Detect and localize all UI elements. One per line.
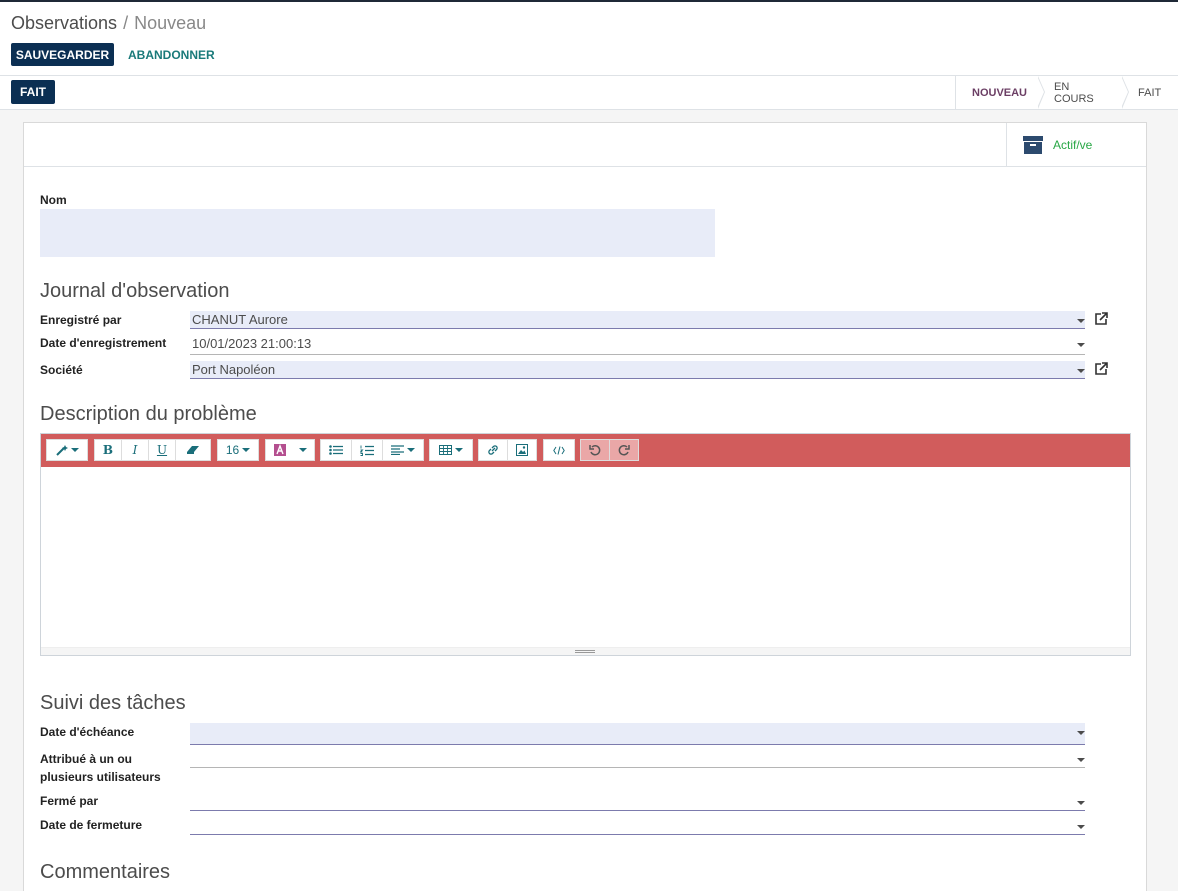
editor-resize-handle[interactable] (41, 647, 1130, 655)
save-button[interactable]: SAUVEGARDER (11, 43, 114, 66)
chevron-down-icon[interactable] (1077, 369, 1085, 373)
recorded-date-label: Date d'enregistrement (40, 336, 167, 350)
status-bar: FAIT NOUVEAU EN COURS FAIT (0, 76, 1178, 110)
assigned-users-label-line: plusieurs utilisateurs (40, 770, 161, 784)
name-label: Nom (40, 193, 67, 207)
closed-date-field[interactable] (190, 817, 1085, 835)
eraser-icon[interactable] (175, 439, 211, 461)
closed-by-label: Fermé par (40, 794, 99, 808)
description-editor[interactable]: B I U 16 (40, 433, 1131, 656)
journal-section-title: Journal d'observation (40, 280, 230, 302)
company-value: Port Napoléon (192, 362, 276, 377)
status-step-label: NOUVEAU (972, 86, 1028, 99)
recorded-date-value: 10/01/2023 21:00:13 (192, 336, 312, 351)
resize-grip-icon (575, 650, 595, 653)
recorded-by-label: Enregistré par (40, 313, 122, 327)
external-link-icon[interactable] (1094, 312, 1108, 326)
chevron-down-icon[interactable] (1077, 731, 1085, 735)
button-box: Actif/ve (24, 123, 1146, 167)
numbered-list-icon[interactable] (351, 439, 383, 461)
align-icon[interactable] (382, 439, 424, 461)
status-step-done[interactable]: FAIT (1122, 76, 1178, 109)
chevron-down-icon[interactable] (1077, 801, 1085, 805)
table-icon[interactable] (429, 439, 473, 461)
assigned-users-label: Attribué à un ou plusieurs utilisateurs (40, 750, 161, 786)
breadcrumb-current: Nouveau (134, 13, 207, 33)
mark-done-button[interactable]: FAIT (11, 80, 55, 104)
link-icon[interactable] (478, 439, 508, 461)
status-step-new[interactable]: NOUVEAU (956, 76, 1045, 109)
due-date-field[interactable] (190, 723, 1085, 745)
external-link-icon[interactable] (1094, 362, 1108, 376)
company-label: Société (40, 363, 83, 377)
breadcrumb-parent[interactable]: Observations (11, 13, 117, 33)
recorded-by-field[interactable]: CHANUT Aurore (190, 311, 1085, 329)
name-input[interactable] (40, 209, 715, 257)
recorded-by-value: CHANUT Aurore (192, 312, 288, 327)
bold-icon[interactable]: B (94, 439, 122, 461)
company-field[interactable]: Port Napoléon (190, 361, 1085, 379)
image-icon[interactable] (507, 439, 537, 461)
magic-wand-icon[interactable] (46, 439, 88, 461)
status-step-label: FAIT (1138, 86, 1162, 99)
closed-by-field[interactable] (190, 793, 1085, 811)
status-step-label: EN COURS (1054, 80, 1094, 105)
control-panel: Observations / Nouveau SAUVEGARDER ABANDON… (0, 2, 1178, 76)
chevron-down-icon[interactable] (1077, 758, 1085, 762)
archive-toggle-button[interactable]: Actif/ve (1006, 123, 1146, 167)
comments-section-title: Commentaires (40, 861, 171, 883)
form-sheet: Actif/ve Nom Journal d'observation Enreg… (23, 122, 1147, 891)
status-steps: NOUVEAU EN COURS FAIT (955, 76, 1178, 109)
breadcrumb: Observations / Nouveau (11, 13, 206, 34)
italic-icon[interactable]: I (121, 439, 149, 461)
font-size-value: 16 (225, 443, 240, 457)
archive-box-icon (1023, 136, 1043, 154)
status-step-in-progress[interactable]: EN COURS (1038, 76, 1129, 109)
archive-label: Actif/ve (1053, 138, 1093, 152)
assigned-users-field[interactable] (190, 750, 1085, 768)
editor-toolbar: B I U 16 (41, 434, 1130, 467)
chevron-down-icon[interactable] (1077, 319, 1085, 323)
assigned-users-label-line: Attribué à un ou (40, 752, 132, 766)
recorded-date-field[interactable]: 10/01/2023 21:00:13 (190, 335, 1085, 355)
closed-date-label: Date de fermeture (40, 818, 143, 832)
bullet-list-icon[interactable] (320, 439, 352, 461)
font-size-dropdown[interactable]: 16 (217, 439, 259, 461)
redo-icon[interactable] (609, 439, 639, 461)
description-section-title: Description du problème (40, 403, 257, 425)
underline-icon[interactable]: U (148, 439, 176, 461)
font-color-icon[interactable] (265, 439, 315, 461)
code-view-icon[interactable] (543, 439, 575, 461)
chevron-down-icon[interactable] (1077, 343, 1085, 347)
due-date-label: Date d'échéance (40, 725, 135, 739)
breadcrumb-separator: / (123, 13, 129, 33)
undo-icon[interactable] (580, 439, 610, 461)
tasks-section-title: Suivi des tâches (40, 692, 186, 714)
discard-button[interactable]: ABANDONNER (128, 43, 215, 66)
chevron-down-icon[interactable] (1077, 825, 1085, 829)
